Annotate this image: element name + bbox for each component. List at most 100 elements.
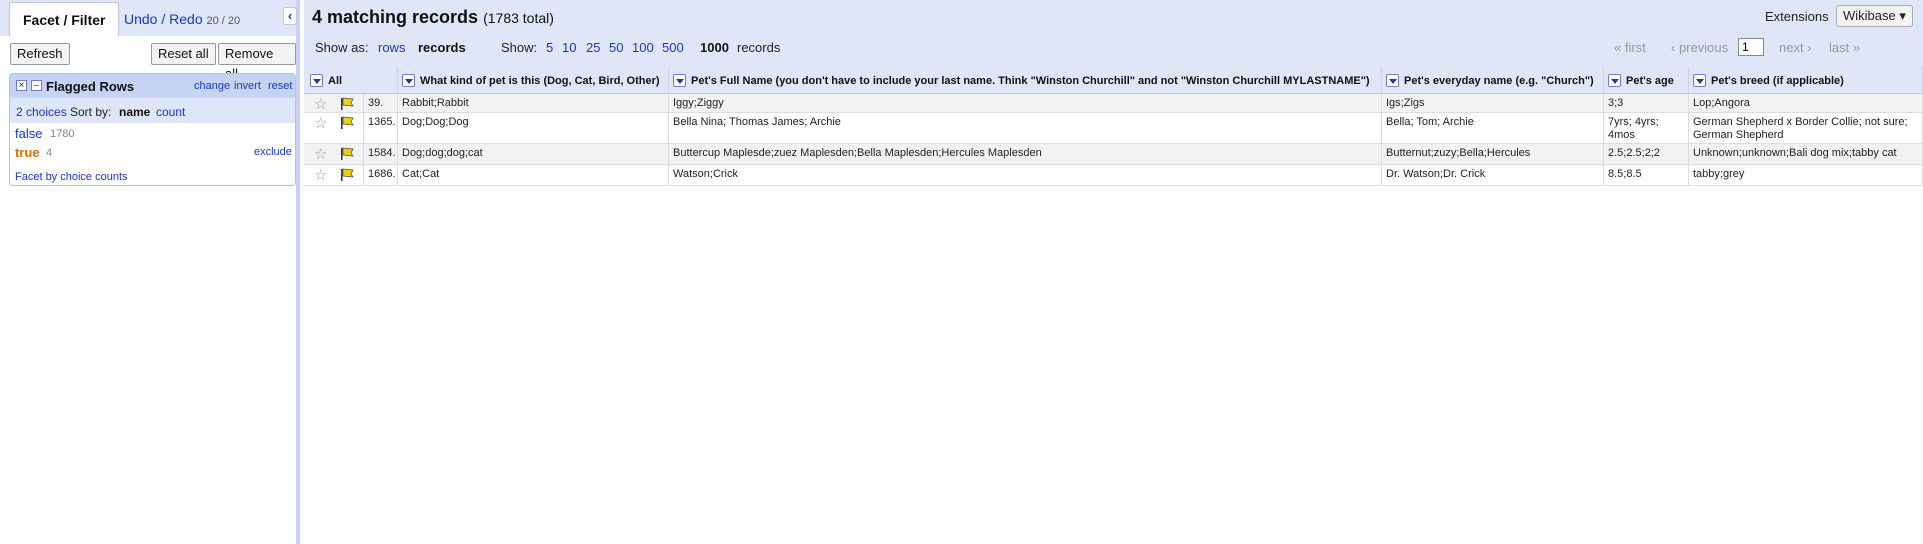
table-row: ☆ 1584. Dog;dog;dog;cat Buttercup Maples… bbox=[304, 144, 1923, 165]
table-cell[interactable]: Rabbit;Rabbit bbox=[398, 94, 669, 112]
star-icon[interactable]: ☆ bbox=[314, 97, 327, 112]
page-size-500[interactable]: 500 bbox=[662, 40, 684, 55]
facet-invert-link[interactable]: invert bbox=[234, 80, 261, 92]
table-cell[interactable]: Dog;Dog;Dog bbox=[398, 113, 669, 143]
table-cell[interactable]: 3;3 bbox=[1604, 94, 1689, 112]
data-panel: 4 matching records (1783 total) Extensio… bbox=[304, 0, 1923, 544]
column-all[interactable]: All bbox=[306, 67, 398, 94]
column-pet-breed[interactable]: Pet's breed (if applicable) bbox=[1689, 67, 1923, 94]
tab-facet-filter[interactable]: Facet / Filter bbox=[9, 2, 120, 36]
table-cell[interactable]: Dr. Watson;Dr. Crick bbox=[1382, 165, 1604, 185]
tab-undo-redo[interactable]: Undo / Redo 20 / 20 bbox=[111, 2, 253, 36]
dropdown-arrow-icon[interactable] bbox=[1608, 74, 1621, 87]
facet-sort-bar: 2 choices Sort by: name count bbox=[10, 98, 295, 123]
facet-choice-true[interactable]: true 4 exclude bbox=[10, 142, 295, 161]
table-cell[interactable]: Bella; Tom; Archie bbox=[1382, 113, 1604, 143]
view-bar: Show as: rows records Show: 5 10 25 50 1… bbox=[304, 33, 1923, 67]
table-cell[interactable]: German Shepherd x Border Collie; not sur… bbox=[1689, 113, 1923, 143]
left-panel: Facet / Filter Undo / Redo 20 / 20 ‹ Ref… bbox=[0, 0, 300, 544]
page-number-input[interactable] bbox=[1738, 38, 1764, 56]
table-cell[interactable]: 2.5;2.5;2;2 bbox=[1604, 144, 1689, 164]
pager-last[interactable]: last » bbox=[1829, 40, 1860, 55]
page-size-100[interactable]: 100 bbox=[632, 40, 654, 55]
reset-all-button[interactable]: Reset all bbox=[151, 43, 216, 65]
dropdown-arrow-icon[interactable] bbox=[1386, 74, 1399, 87]
pager-next[interactable]: next › bbox=[1779, 40, 1812, 55]
column-pet-full-name[interactable]: Pet's Full Name (you don't have to inclu… bbox=[669, 67, 1382, 94]
dropdown-arrow-icon[interactable] bbox=[310, 74, 323, 87]
data-grid: All What kind of pet is this (Dog, Cat, … bbox=[304, 67, 1923, 186]
grid-header: All What kind of pet is this (Dog, Cat, … bbox=[304, 67, 1923, 94]
page-size-25[interactable]: 25 bbox=[586, 40, 600, 55]
table-row: ☆ 1365. Dog;Dog;Dog Bella Nina; Thomas J… bbox=[304, 113, 1923, 144]
row-controls: ☆ bbox=[306, 144, 364, 164]
record-count: 4 matching records (1783 total) bbox=[312, 7, 554, 28]
pager-first[interactable]: « first bbox=[1614, 40, 1646, 55]
dropdown-arrow-icon[interactable] bbox=[673, 74, 686, 87]
show-label: Show: bbox=[501, 40, 538, 55]
facet-choice-count: 4 bbox=[46, 147, 53, 159]
table-cell[interactable]: Igs;Zigs bbox=[1382, 94, 1604, 112]
show-as-label: Show as: bbox=[315, 40, 369, 55]
pager-previous[interactable]: ‹ previous bbox=[1671, 40, 1728, 55]
star-icon[interactable]: ☆ bbox=[314, 168, 327, 183]
total-records: (1783 total) bbox=[483, 10, 554, 26]
column-pet-everyday-name[interactable]: Pet's everyday name (e.g. "Church") bbox=[1382, 67, 1604, 94]
close-icon[interactable]: × bbox=[16, 80, 27, 91]
table-cell[interactable]: Cat;Cat bbox=[398, 165, 669, 185]
facet-by-choice-counts-link[interactable]: Facet by choice counts bbox=[15, 171, 128, 183]
table-cell[interactable]: 7yrs; 4yrs; 4mos bbox=[1604, 113, 1689, 143]
table-cell[interactable]: tabby;grey bbox=[1689, 165, 1923, 185]
table-cell[interactable]: Iggy;Ziggy bbox=[669, 94, 1382, 112]
sort-by-label: Sort by: bbox=[70, 105, 112, 119]
matching-records: 4 matching records bbox=[312, 7, 479, 27]
table-cell[interactable]: Buttercup Maplesde;zuez Maplesden;Bella … bbox=[669, 144, 1382, 164]
facet-choice-label[interactable]: false bbox=[15, 126, 42, 141]
star-icon[interactable]: ☆ bbox=[314, 147, 327, 162]
collapse-panel-button[interactable]: ‹ bbox=[283, 7, 297, 25]
dropdown-arrow-icon[interactable] bbox=[402, 74, 415, 87]
show-as-records: records bbox=[418, 40, 466, 55]
table-cell[interactable]: Watson;Crick bbox=[669, 165, 1382, 185]
show-as-rows[interactable]: rows bbox=[378, 40, 405, 55]
sort-by-count[interactable]: count bbox=[156, 105, 185, 119]
wikibase-menu-button[interactable]: Wikibase ▾ bbox=[1836, 5, 1913, 27]
column-label: Pet's Full Name (you don't have to inclu… bbox=[691, 75, 1370, 87]
table-cell[interactable]: Dog;dog;dog;cat bbox=[398, 144, 669, 164]
row-controls: ☆ bbox=[306, 94, 364, 112]
page-size-50[interactable]: 50 bbox=[609, 40, 623, 55]
star-icon[interactable]: ☆ bbox=[314, 116, 327, 131]
records-word: records bbox=[737, 40, 781, 55]
flag-icon[interactable] bbox=[340, 97, 355, 111]
page-size-5[interactable]: 5 bbox=[546, 40, 553, 55]
facet-change-link[interactable]: change bbox=[194, 80, 230, 92]
page-size-10[interactable]: 10 bbox=[562, 40, 576, 55]
flag-icon[interactable] bbox=[340, 147, 355, 161]
table-cell[interactable]: Bella Nina; Thomas James; Archie bbox=[669, 113, 1382, 143]
flag-icon[interactable] bbox=[340, 168, 355, 182]
refresh-button[interactable]: Refresh bbox=[10, 43, 70, 65]
row-number: 1365. bbox=[364, 113, 398, 143]
row-controls: ☆ bbox=[306, 113, 364, 143]
table-cell[interactable]: 8.5;8.5 bbox=[1604, 165, 1689, 185]
facet-choice-label[interactable]: true bbox=[15, 145, 40, 160]
column-pet-kind[interactable]: What kind of pet is this (Dog, Cat, Bird… bbox=[398, 67, 669, 94]
table-cell[interactable]: Lop;Angora bbox=[1689, 94, 1923, 112]
exclude-link[interactable]: exclude bbox=[254, 146, 292, 158]
sort-by-name[interactable]: name bbox=[119, 105, 150, 119]
undo-count: 20 / 20 bbox=[206, 15, 241, 27]
table-cell[interactable]: Butternut;zuzy;Bella;Hercules bbox=[1382, 144, 1604, 164]
table-row: ☆ 1686. Cat;Cat Watson;Crick Dr. Watson;… bbox=[304, 165, 1923, 186]
facet-reset-link[interactable]: reset bbox=[268, 80, 292, 92]
facet-title: Flagged Rows bbox=[46, 79, 135, 94]
minimize-icon[interactable]: – bbox=[31, 80, 42, 91]
choices-count-link[interactable]: 2 choices bbox=[16, 105, 67, 119]
row-number: 39. bbox=[364, 94, 398, 112]
flag-icon[interactable] bbox=[340, 116, 355, 130]
column-label: Pet's everyday name (e.g. "Church") bbox=[1404, 75, 1594, 87]
facet-choice-false[interactable]: false 1780 bbox=[10, 123, 295, 142]
remove-all-button[interactable]: Remove all bbox=[218, 43, 296, 81]
dropdown-arrow-icon[interactable] bbox=[1693, 74, 1706, 87]
table-cell[interactable]: Unknown;unknown;Bali dog mix;tabby cat bbox=[1689, 144, 1923, 164]
column-pet-age[interactable]: Pet's age bbox=[1604, 67, 1689, 94]
